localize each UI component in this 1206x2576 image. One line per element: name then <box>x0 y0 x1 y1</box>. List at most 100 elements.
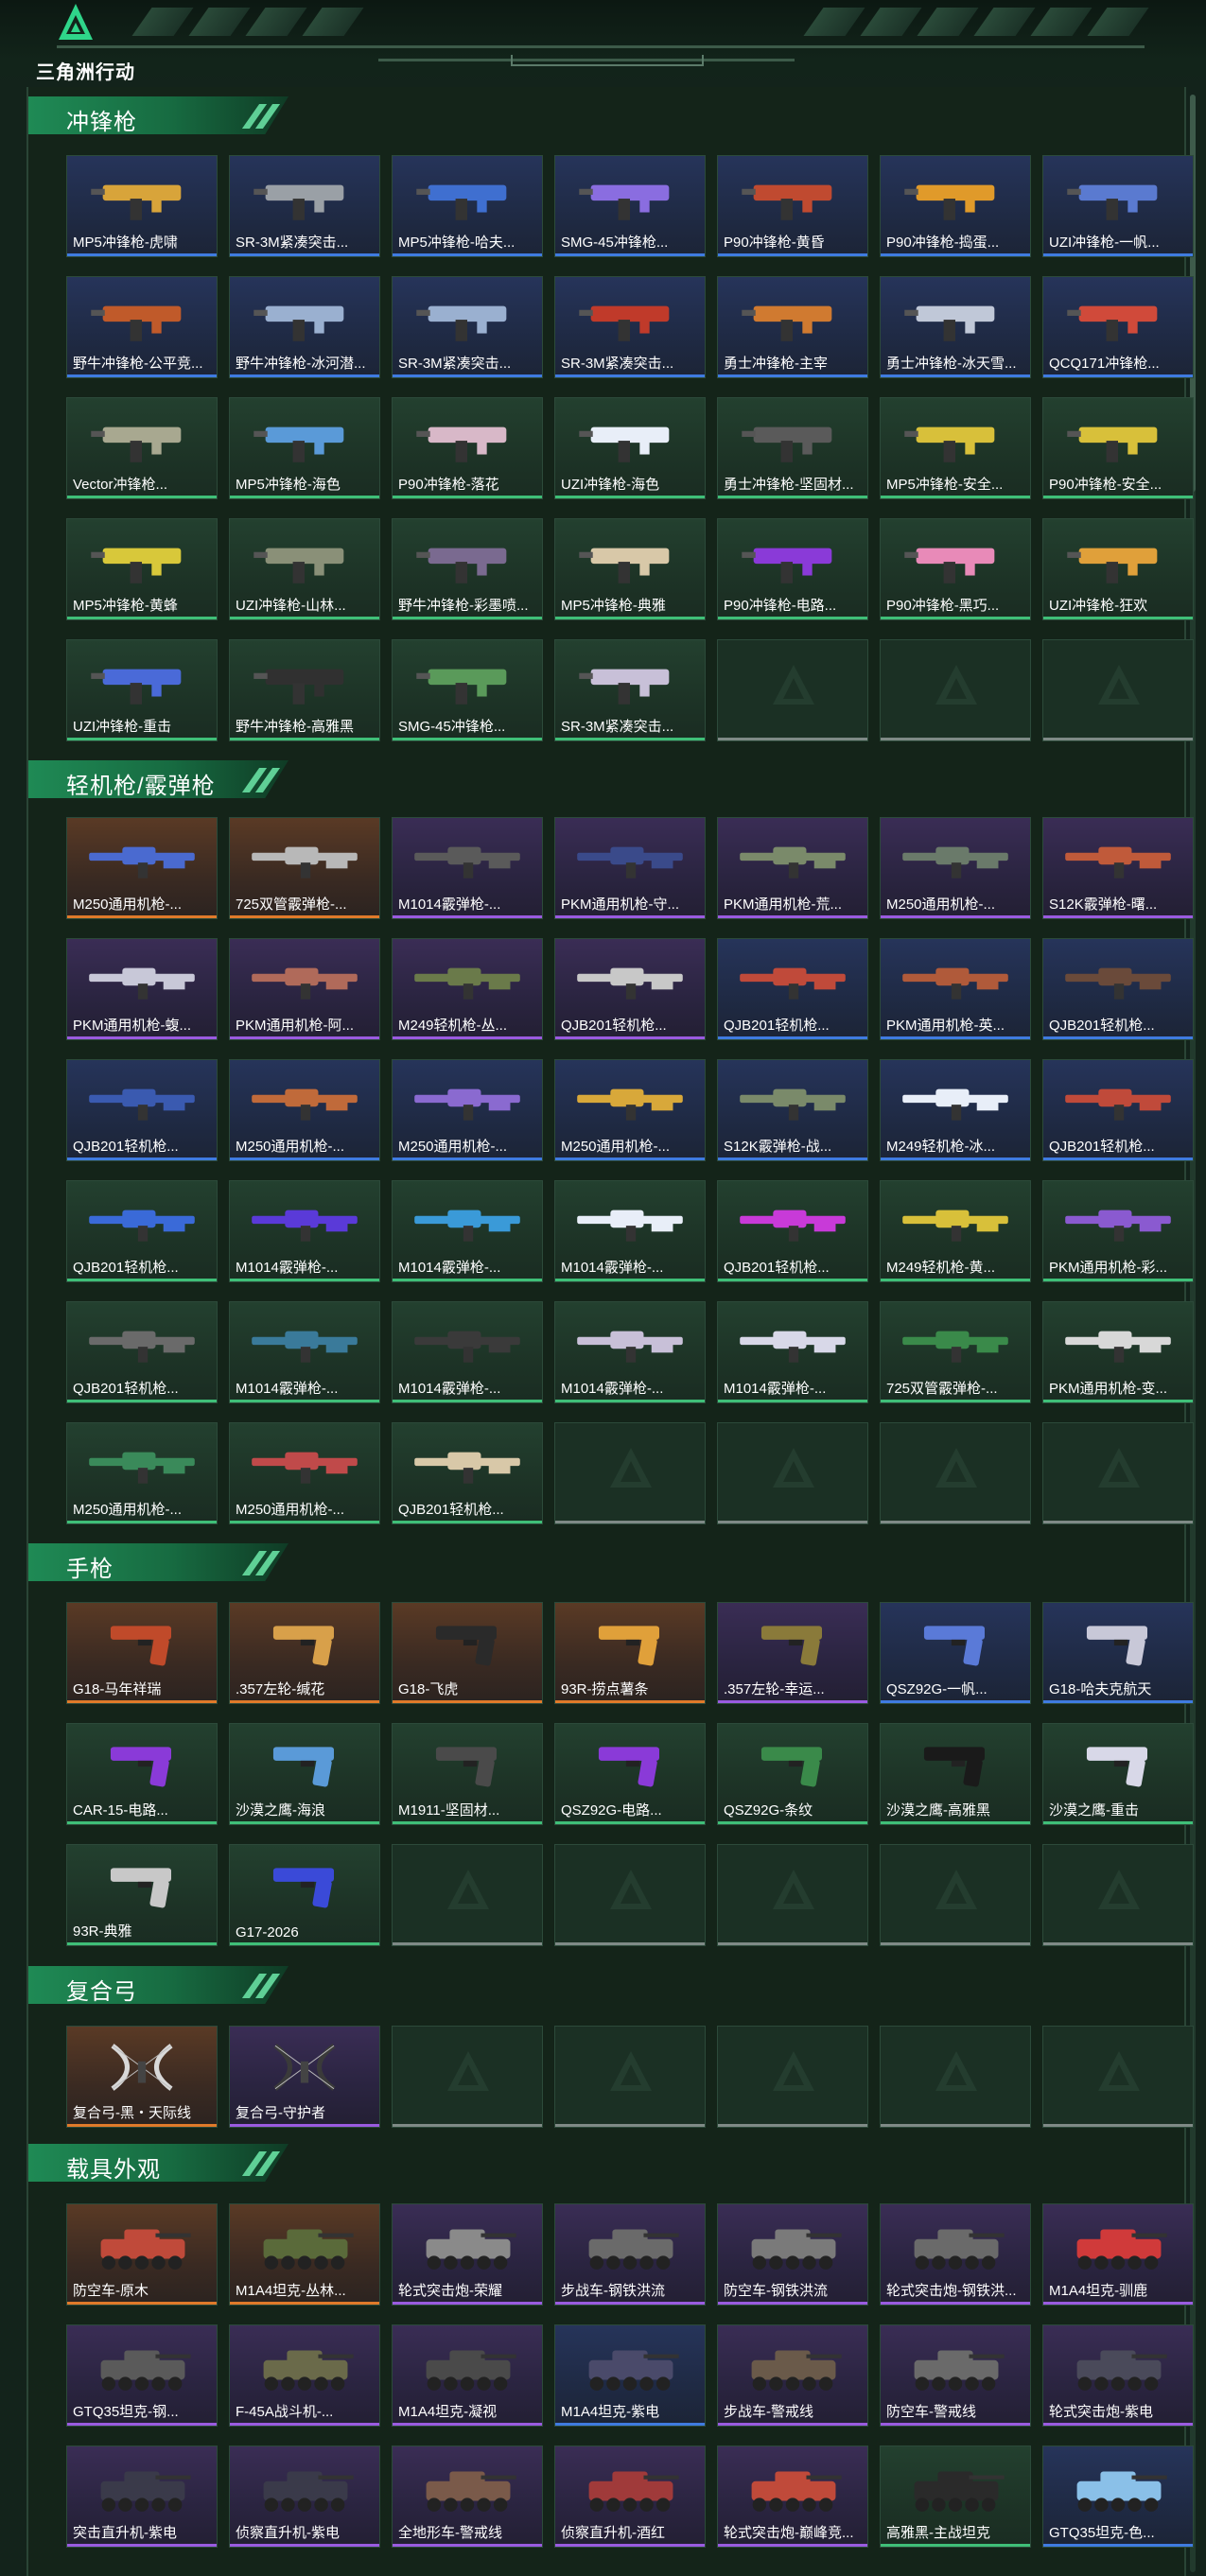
skin-card[interactable]: QSZ92G-条纹 <box>717 1723 868 1825</box>
skin-card[interactable]: M1014霰弹枪-... <box>554 1301 706 1403</box>
skin-card[interactable]: PKM通用机枪-荒... <box>717 817 868 919</box>
skin-card[interactable]: UZI冲锋枪-山林... <box>229 518 380 620</box>
skin-card[interactable]: M1014霰弹枪-... <box>392 1180 543 1282</box>
skin-card[interactable]: 防空车-原木 <box>66 2203 218 2306</box>
skin-card[interactable]: PKM通用机枪-阿... <box>229 938 380 1040</box>
skin-card[interactable]: PKM通用机枪-蝮... <box>66 938 218 1040</box>
skin-card[interactable]: M249轻机枪-丛... <box>392 938 543 1040</box>
skin-card[interactable]: PKM通用机枪-变... <box>1042 1301 1194 1403</box>
skin-card[interactable]: P90冲锋枪-捣蛋... <box>880 155 1031 257</box>
skin-card[interactable]: G17-2026 <box>229 1844 380 1946</box>
skin-card[interactable]: PKM通用机枪-守... <box>554 817 706 919</box>
skin-card[interactable]: M250通用机枪-... <box>66 817 218 919</box>
skin-card[interactable]: M250通用机枪-... <box>554 1059 706 1161</box>
skin-card[interactable]: 725双管霰弹枪-... <box>229 817 380 919</box>
skin-card[interactable]: 侦察直升机-紫电 <box>229 2445 380 2548</box>
skin-card[interactable]: 轮式突击炮-巅峰竞... <box>717 2445 868 2548</box>
skin-card[interactable]: 复合弓-黑・天际线 <box>66 2026 218 2128</box>
skin-card[interactable]: M1A4坦克-驯鹿 <box>1042 2203 1194 2306</box>
skin-card[interactable]: G18-马年祥瑞 <box>66 1602 218 1704</box>
skin-card[interactable]: 725双管霰弹枪-... <box>880 1301 1031 1403</box>
skin-card[interactable]: QJB201轻机枪... <box>1042 1059 1194 1161</box>
skin-card[interactable]: P90冲锋枪-电路... <box>717 518 868 620</box>
skin-card[interactable]: 防空车-警戒线 <box>880 2324 1031 2427</box>
skin-card[interactable]: M1014霰弹枪-... <box>717 1301 868 1403</box>
skin-card[interactable]: M1014霰弹枪-... <box>229 1180 380 1282</box>
skin-card[interactable]: P90冲锋枪-安全... <box>1042 397 1194 499</box>
skin-card[interactable]: SR-3M紧凑突击... <box>392 276 543 378</box>
skin-card[interactable]: P90冲锋枪-黑巧... <box>880 518 1031 620</box>
skin-card[interactable]: M249轻机枪-冰... <box>880 1059 1031 1161</box>
skin-card[interactable]: Vector冲锋枪... <box>66 397 218 499</box>
skin-card[interactable]: 沙漠之鹰-高雅黑 <box>880 1723 1031 1825</box>
skin-card[interactable]: P90冲锋枪-黄昏 <box>717 155 868 257</box>
skin-card[interactable]: M250通用机枪-... <box>229 1422 380 1524</box>
skin-card[interactable]: PKM通用机枪-英... <box>880 938 1031 1040</box>
skin-card[interactable]: 步战车-钢铁洪流 <box>554 2203 706 2306</box>
skin-card[interactable]: M1911-坚固材... <box>392 1723 543 1825</box>
skin-card[interactable]: QJB201轻机枪... <box>66 1301 218 1403</box>
skin-card[interactable]: 突击直升机-紫电 <box>66 2445 218 2548</box>
skin-card[interactable]: UZI冲锋枪-一帆... <box>1042 155 1194 257</box>
skin-card[interactable]: QJB201轻机枪... <box>717 938 868 1040</box>
skin-card[interactable]: .357左轮-幸运... <box>717 1602 868 1704</box>
skin-card[interactable]: 复合弓-守护者 <box>229 2026 380 2128</box>
skin-card[interactable]: M250通用机枪-... <box>66 1422 218 1524</box>
skin-card[interactable]: M1014霰弹枪-... <box>229 1301 380 1403</box>
skin-card[interactable]: UZI冲锋枪-狂欢 <box>1042 518 1194 620</box>
skin-card[interactable]: G18-哈夫克航天 <box>1042 1602 1194 1704</box>
skin-card[interactable]: 勇士冲锋枪-冰天雪... <box>880 276 1031 378</box>
skin-card[interactable]: SR-3M紧凑突击... <box>229 155 380 257</box>
skin-card[interactable]: .357左轮-缄花 <box>229 1602 380 1704</box>
skin-card[interactable]: M250通用机枪-... <box>880 817 1031 919</box>
skin-card[interactable]: 轮式突击炮-紫电 <box>1042 2324 1194 2427</box>
skin-card[interactable]: MP5冲锋枪-哈夫... <box>392 155 543 257</box>
skin-card[interactable]: M1A4坦克-凝视 <box>392 2324 543 2427</box>
skin-card[interactable]: MP5冲锋枪-海色 <box>229 397 380 499</box>
skin-card[interactable]: SMG-45冲锋枪... <box>554 155 706 257</box>
skin-card[interactable]: 高雅黑-主战坦克 <box>880 2445 1031 2548</box>
skin-card[interactable]: MP5冲锋枪-虎啸 <box>66 155 218 257</box>
skin-card[interactable]: 野牛冲锋枪-公平竞... <box>66 276 218 378</box>
skin-card[interactable]: QJB201轻机枪... <box>66 1180 218 1282</box>
skin-card[interactable]: GTQ35坦克-钢... <box>66 2324 218 2427</box>
skin-card[interactable]: M1014霰弹枪-... <box>554 1180 706 1282</box>
skin-card[interactable]: QJB201轻机枪... <box>66 1059 218 1161</box>
skin-card[interactable]: 93R-捞点薯条 <box>554 1602 706 1704</box>
skin-card[interactable]: M1014霰弹枪-... <box>392 817 543 919</box>
skin-card[interactable]: MP5冲锋枪-安全... <box>880 397 1031 499</box>
skin-card[interactable]: M1A4坦克-紫电 <box>554 2324 706 2427</box>
skin-card[interactable]: GTQ35坦克-色... <box>1042 2445 1194 2548</box>
skin-card[interactable]: SMG-45冲锋枪... <box>392 639 543 741</box>
skin-card[interactable]: 野牛冲锋枪-彩墨喷... <box>392 518 543 620</box>
skin-card[interactable]: F-45A战斗机-... <box>229 2324 380 2427</box>
skin-card[interactable]: QJB201轻机枪... <box>1042 938 1194 1040</box>
skin-card[interactable]: SR-3M紧凑突击... <box>554 639 706 741</box>
skin-card[interactable]: P90冲锋枪-落花 <box>392 397 543 499</box>
skin-card[interactable]: 轮式突击炮-钢铁洪... <box>880 2203 1031 2306</box>
skin-card[interactable]: SR-3M紧凑突击... <box>554 276 706 378</box>
skin-card[interactable]: 野牛冲锋枪-高雅黑 <box>229 639 380 741</box>
skin-card[interactable]: QSZ92G-一帆... <box>880 1602 1031 1704</box>
skin-card[interactable]: 防空车-钢铁洪流 <box>717 2203 868 2306</box>
skin-card[interactable]: PKM通用机枪-彩... <box>1042 1180 1194 1282</box>
skin-card[interactable]: S12K霰弹枪-战... <box>717 1059 868 1161</box>
skin-card[interactable]: 93R-典雅 <box>66 1844 218 1946</box>
skin-card[interactable]: QCQ171冲锋枪... <box>1042 276 1194 378</box>
skin-card[interactable]: 勇士冲锋枪-主宰 <box>717 276 868 378</box>
skin-card[interactable]: QJB201轻机枪... <box>717 1180 868 1282</box>
skin-card[interactable]: MP5冲锋枪-黄蜂 <box>66 518 218 620</box>
skin-card[interactable]: 勇士冲锋枪-坚固材... <box>717 397 868 499</box>
skin-card[interactable]: 全地形车-警戒线 <box>392 2445 543 2548</box>
skin-card[interactable]: M250通用机枪-... <box>392 1059 543 1161</box>
skin-card[interactable]: M249轻机枪-黄... <box>880 1180 1031 1282</box>
skin-card[interactable]: 沙漠之鹰-海浪 <box>229 1723 380 1825</box>
skin-card[interactable]: G18-飞虎 <box>392 1602 543 1704</box>
skin-card[interactable]: QJB201轻机枪... <box>392 1422 543 1524</box>
skin-card[interactable]: 步战车-警戒线 <box>717 2324 868 2427</box>
skin-card[interactable]: UZI冲锋枪-海色 <box>554 397 706 499</box>
skin-card[interactable]: M1A4坦克-丛林... <box>229 2203 380 2306</box>
skin-card[interactable]: M250通用机枪-... <box>229 1059 380 1161</box>
skin-card[interactable]: M1014霰弹枪-... <box>392 1301 543 1403</box>
skin-card[interactable]: S12K霰弹枪-曙... <box>1042 817 1194 919</box>
